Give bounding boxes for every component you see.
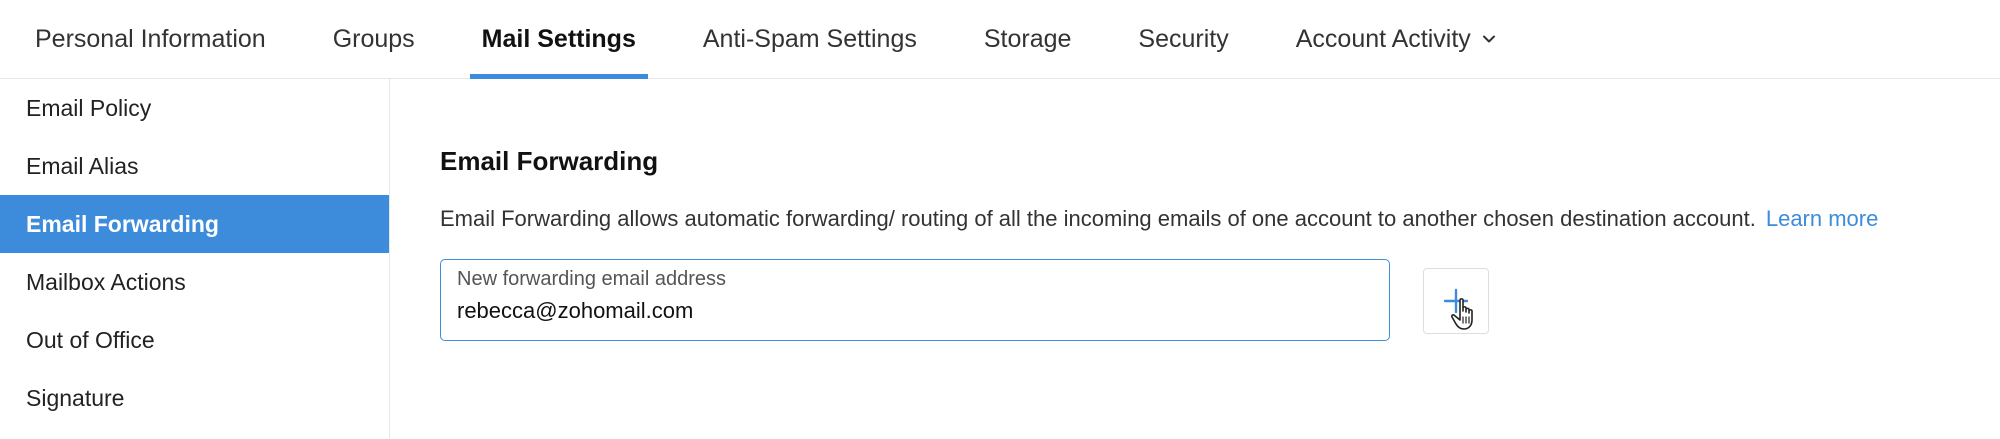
section-description: Email Forwarding allows automatic forwar…	[440, 206, 1878, 232]
tab-label: Security	[1138, 24, 1229, 53]
sidebar-item-label: Signature	[26, 384, 125, 411]
tab-label: Anti-Spam Settings	[702, 24, 917, 53]
tab-storage[interactable]: Storage	[972, 0, 1084, 78]
forwarding-email-field[interactable]: New forwarding email address	[440, 259, 1390, 341]
tab-label: Account Activity	[1295, 24, 1471, 53]
description-text: Email Forwarding allows automatic forwar…	[440, 206, 1756, 231]
tab-anti-spam-settings[interactable]: Anti-Spam Settings	[691, 0, 929, 78]
sidebar-item-label: Email Policy	[26, 94, 152, 121]
tab-label: Storage	[983, 24, 1072, 53]
sidebar-item-mailbox-actions[interactable]: Mailbox Actions	[0, 253, 389, 311]
tab-groups[interactable]: Groups	[321, 0, 427, 78]
tab-mail-settings[interactable]: Mail Settings	[469, 0, 649, 79]
tab-personal-information[interactable]: Personal Information	[23, 0, 278, 78]
tab-account-activity[interactable]: Account Activity	[1284, 0, 1509, 78]
hand-cursor-icon	[1450, 298, 1473, 330]
tab-label: Personal Information	[35, 24, 266, 53]
sidebar-item-label: Email Forwarding	[26, 210, 219, 237]
settings-sidebar: Email Policy Email Alias Email Forwardin…	[0, 79, 390, 439]
sidebar-item-out-of-office[interactable]: Out of Office	[0, 311, 389, 369]
tab-label: Groups	[332, 24, 415, 53]
sidebar-item-signature[interactable]: Signature	[0, 369, 389, 427]
sidebar-item-email-policy[interactable]: Email Policy	[0, 79, 389, 137]
sidebar-item-label: Email Alias	[26, 152, 139, 179]
tab-label: Mail Settings	[481, 24, 636, 53]
sidebar-item-email-alias[interactable]: Email Alias	[0, 137, 389, 195]
tab-security[interactable]: Security	[1126, 0, 1240, 78]
forwarding-email-input[interactable]	[457, 298, 1357, 324]
sidebar-item-email-forwarding[interactable]: Email Forwarding	[0, 195, 389, 253]
chevron-down-icon	[1482, 35, 1495, 43]
section-title: Email Forwarding	[440, 146, 659, 176]
sidebar-item-label: Out of Office	[26, 326, 155, 353]
top-tab-bar: Personal Information Groups Mail Setting…	[0, 0, 2000, 79]
sidebar-item-label: Mailbox Actions	[26, 268, 186, 295]
learn-more-link[interactable]: Learn more	[1766, 206, 1879, 231]
forwarding-email-label: New forwarding email address	[457, 268, 727, 290]
